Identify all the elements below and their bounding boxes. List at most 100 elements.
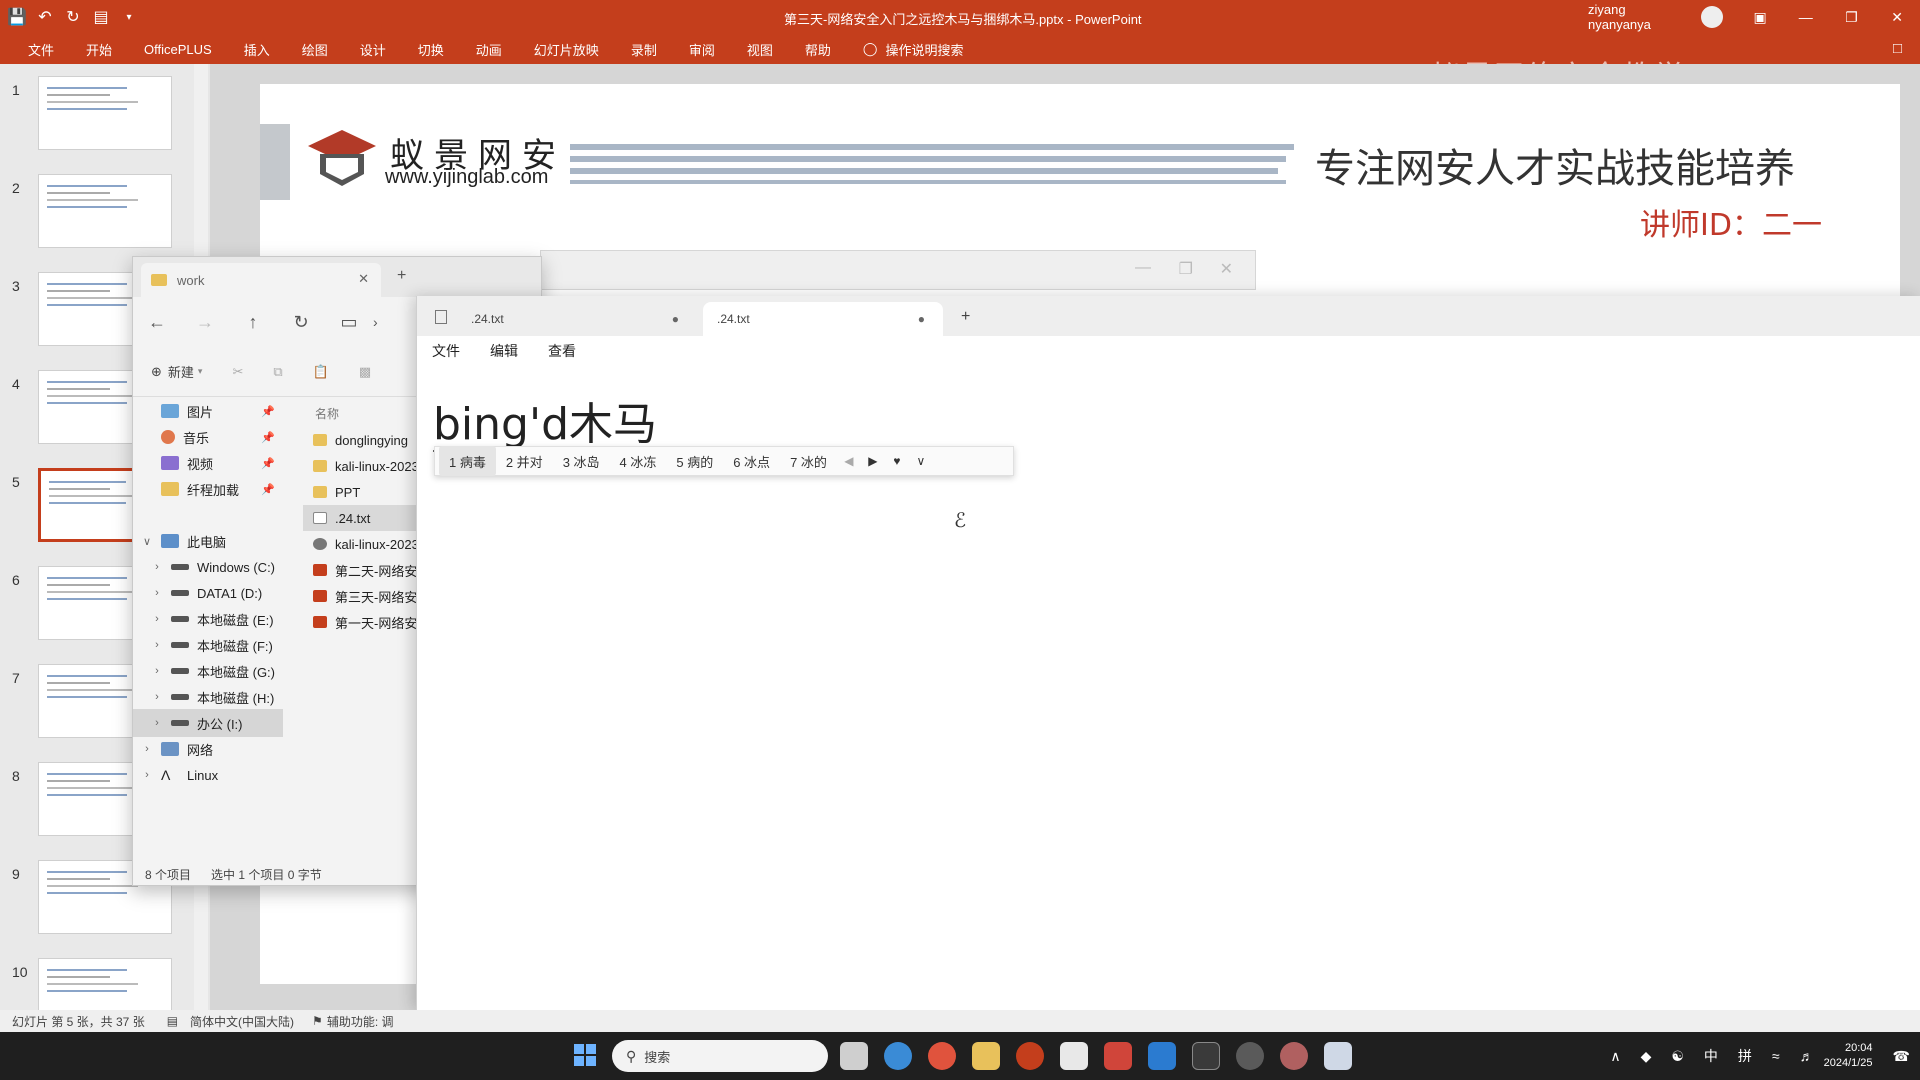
ime-emoji-icon[interactable]: ♥ xyxy=(885,454,909,468)
terminal-icon[interactable] xyxy=(1192,1042,1220,1070)
remote-desktop-icon[interactable] xyxy=(1104,1042,1132,1070)
back-icon[interactable]: ← xyxy=(133,312,181,333)
app-tray-icon[interactable]: ◆ xyxy=(1631,1048,1662,1065)
restore-button[interactable]: ❐ xyxy=(1829,0,1875,34)
tab-review[interactable]: 审阅 xyxy=(673,34,731,64)
tab-transitions[interactable]: 切换 xyxy=(402,34,460,64)
powerpoint-icon[interactable] xyxy=(1016,1042,1044,1070)
tab-home[interactable]: 开始 xyxy=(70,34,128,64)
chevron-down-icon[interactable]: ∨ xyxy=(133,535,161,548)
tab-help[interactable]: 帮助 xyxy=(789,34,847,64)
ime-mode[interactable]: 拼 xyxy=(1728,1046,1762,1066)
pin-icon[interactable]: 📌 xyxy=(261,483,275,496)
tab-draw[interactable]: 绘图 xyxy=(286,34,344,64)
tab-view[interactable]: 视图 xyxy=(731,34,789,64)
edge-icon[interactable] xyxy=(884,1042,912,1070)
close-tab-icon[interactable]: ✕ xyxy=(358,271,369,287)
ime-candidate[interactable]: 2 并对 xyxy=(496,446,553,476)
nav-item-pictures[interactable]: 图片 📌 xyxy=(133,397,283,425)
tab-design[interactable]: 设计 xyxy=(344,34,402,64)
up-icon[interactable]: ↑ xyxy=(229,312,277,333)
present-from-start-icon[interactable]: ▤ xyxy=(90,6,112,28)
user-name[interactable]: ziyang nyanyanya xyxy=(1588,2,1691,32)
app-icon[interactable] xyxy=(1236,1042,1264,1070)
pin-icon[interactable]: 📌 xyxy=(261,405,275,418)
explorer-tab[interactable]: work ✕ xyxy=(141,263,381,297)
nav-item-music[interactable]: 音乐 📌 xyxy=(133,423,283,451)
microphone-icon[interactable]: ☯ xyxy=(1661,1048,1694,1065)
tab-record[interactable]: 录制 xyxy=(615,34,673,64)
nav-item-linux[interactable]: › Λ Linux xyxy=(133,761,283,789)
nav-item-drive-g[interactable]: › 本地磁盘 (G:) xyxy=(133,657,283,685)
nav-item-drive-d[interactable]: › DATA1 (D:) xyxy=(133,579,283,607)
new-tab-icon[interactable]: + xyxy=(397,267,406,285)
chevron-right-icon[interactable]: › xyxy=(133,769,161,781)
app-icon[interactable] xyxy=(1280,1042,1308,1070)
slide-thumbnail[interactable] xyxy=(38,174,172,248)
tab-officeplus[interactable]: OfficePLUS xyxy=(128,34,228,64)
ribbon-display-icon[interactable]: ▣ xyxy=(1737,0,1783,34)
slide-thumbnail[interactable] xyxy=(38,76,172,150)
nav-item-this-pc[interactable]: ∨ 此电脑 xyxy=(133,527,283,555)
nav-item-drive-e[interactable]: › 本地磁盘 (E:) xyxy=(133,605,283,633)
menu-edit[interactable]: 编辑 xyxy=(475,341,533,361)
tab-slideshow[interactable]: 幻灯片放映 xyxy=(518,34,615,64)
task-view-icon[interactable] xyxy=(840,1042,868,1070)
ime-language[interactable]: 中 xyxy=(1694,1046,1728,1066)
menu-view[interactable]: 查看 xyxy=(533,341,591,361)
notepad-running-icon[interactable] xyxy=(1324,1042,1352,1070)
customize-qat-icon[interactable]: ▾ xyxy=(118,6,140,28)
nav-item-drive-i[interactable]: › 办公 (I:) xyxy=(133,709,283,737)
ime-prev-page-icon[interactable]: ◀ xyxy=(837,454,861,468)
proofing-icon[interactable]: ▤ xyxy=(167,1014,178,1028)
chevron-right-icon[interactable]: › xyxy=(143,639,171,651)
chevron-right-icon[interactable]: › xyxy=(143,587,171,599)
paste-icon[interactable]: 📋 xyxy=(313,364,329,380)
comments-icon[interactable]: □ xyxy=(1893,40,1902,57)
ime-expand-icon[interactable]: ∨ xyxy=(909,454,933,468)
new-button[interactable]: ⊕ 新建 ▾ xyxy=(151,362,202,381)
save-icon[interactable]: 💾 xyxy=(6,6,28,28)
refresh-icon[interactable]: ↻ xyxy=(277,312,325,333)
nav-item-fiber-loader[interactable]: 纤程加载 📌 xyxy=(133,475,283,503)
pin-icon[interactable]: 📌 xyxy=(261,457,275,470)
forward-icon[interactable]: → xyxy=(181,312,229,333)
ime-candidate[interactable]: 3 冰岛 xyxy=(553,446,610,476)
tab-insert[interactable]: 插入 xyxy=(228,34,286,64)
windows-start-icon[interactable] xyxy=(574,1044,596,1066)
nav-item-videos[interactable]: 视频 📌 xyxy=(133,449,283,477)
minimize-button[interactable]: — xyxy=(1783,0,1829,34)
ime-candidate[interactable]: 7 冰的 xyxy=(780,446,837,476)
nav-item-drive-f[interactable]: › 本地磁盘 (F:) xyxy=(133,631,283,659)
chevron-right-icon[interactable]: › xyxy=(143,691,171,703)
vscode-icon[interactable] xyxy=(1148,1042,1176,1070)
browser-icon[interactable] xyxy=(928,1042,956,1070)
undo-icon[interactable]: ↶ xyxy=(34,6,56,28)
ime-next-page-icon[interactable]: ▶ xyxy=(861,454,885,468)
ime-candidate[interactable]: 4 冰冻 xyxy=(610,446,667,476)
close-button[interactable]: ✕ xyxy=(1874,0,1920,34)
monitor-icon[interactable]: ▭ xyxy=(325,312,373,333)
column-header-name[interactable]: 名称 xyxy=(315,405,339,422)
taskbar-search-box[interactable]: ⚲ 搜索 xyxy=(612,1040,828,1072)
file-explorer-icon[interactable] xyxy=(972,1042,1000,1070)
ime-candidate[interactable]: 5 病的 xyxy=(666,446,723,476)
nav-item-network[interactable]: › 网络 xyxy=(133,735,283,763)
tab-animations[interactable]: 动画 xyxy=(460,34,518,64)
volume-icon[interactable]: ♬ xyxy=(1790,1048,1824,1064)
clock[interactable]: 20:04 2024/1/25 xyxy=(1824,1041,1883,1071)
ime-candidate[interactable]: 1 病毒 xyxy=(439,446,496,476)
notepad-icon[interactable] xyxy=(1060,1042,1088,1070)
accessibility-status[interactable]: 辅助功能: 调 xyxy=(327,1013,394,1030)
notification-bell-icon[interactable]: ☎ xyxy=(1883,1048,1920,1065)
chevron-up-icon[interactable]: ∧ xyxy=(1600,1048,1630,1065)
pin-icon[interactable]: 📌 xyxy=(261,431,275,444)
tell-me-search[interactable]: ◯ 操作说明搜索 xyxy=(847,34,980,64)
redo-icon[interactable]: ↻ xyxy=(62,6,84,28)
nav-item-drive-c[interactable]: › Windows (C:) xyxy=(133,553,283,581)
menu-file[interactable]: 文件 xyxy=(417,341,475,361)
new-tab-icon[interactable]: + xyxy=(961,308,970,326)
wifi-icon[interactable]: ≈ xyxy=(1762,1048,1790,1064)
language-indicator[interactable]: 简体中文(中国大陆) xyxy=(190,1013,294,1030)
tab-file[interactable]: 文件 xyxy=(12,34,70,64)
